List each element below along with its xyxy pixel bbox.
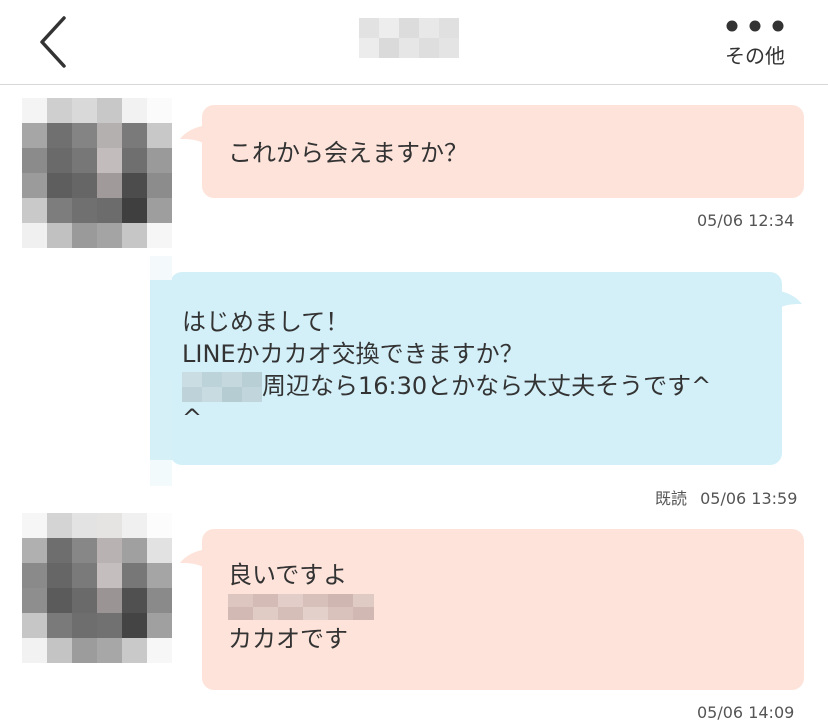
message-line: 良いですよ: [228, 561, 348, 589]
avatar[interactable]: [22, 98, 172, 248]
message-line-text: 周辺なら16:30とかなら大丈夫そうです^: [262, 372, 712, 400]
message-timestamp: 05/06 14:09: [697, 703, 795, 722]
redacted-contact-id: [228, 591, 788, 623]
message-bubble-incoming[interactable]: 良いですよ カカオです: [180, 529, 804, 690]
bubble-tail: [180, 125, 206, 145]
avatar[interactable]: [22, 513, 172, 663]
more-dots-icon: [726, 20, 784, 32]
read-label: 既読: [655, 489, 688, 508]
message-text: 良いですよ カカオです: [228, 559, 788, 655]
message-text: これから会えますか？: [228, 139, 468, 167]
message-line: 周辺なら16:30とかなら大丈夫そうです^: [182, 370, 767, 402]
bubble-tail: [776, 290, 802, 310]
message-timestamp: 05/06 12:34: [697, 211, 795, 230]
message-line: ^: [182, 404, 203, 432]
avatar-mosaic: [22, 513, 172, 663]
avatar-mosaic: [22, 98, 172, 248]
bubble-edge-decoration: [150, 256, 172, 486]
contact-name-redacted: [359, 18, 459, 58]
message-line: カカオです: [228, 625, 348, 653]
more-options-button[interactable]: その他: [712, 14, 798, 74]
message-line: LINEかカカオ交換できますか？: [182, 340, 524, 368]
message-timestamp: 05/06 13:59: [700, 489, 798, 508]
message-bubble-incoming[interactable]: これから会えますか？: [180, 105, 804, 198]
message-line: はじめまして！: [182, 308, 350, 336]
bubble-tail: [180, 549, 206, 569]
message-text: はじめまして！ LINEかカカオ交換できますか？ 周辺なら16:30とかなら大丈…: [182, 306, 767, 434]
message-bubble-outgoing[interactable]: はじめまして！ LINEかカカオ交換できますか？ 周辺なら16:30とかなら大丈…: [170, 272, 802, 465]
read-status: 既読 05/06 13:59: [655, 485, 797, 509]
chat-header: その他: [0, 0, 828, 85]
redacted-location: [182, 372, 262, 402]
chevron-left-icon: [40, 16, 66, 68]
more-options-label: その他: [725, 44, 785, 68]
back-button[interactable]: [26, 14, 76, 70]
